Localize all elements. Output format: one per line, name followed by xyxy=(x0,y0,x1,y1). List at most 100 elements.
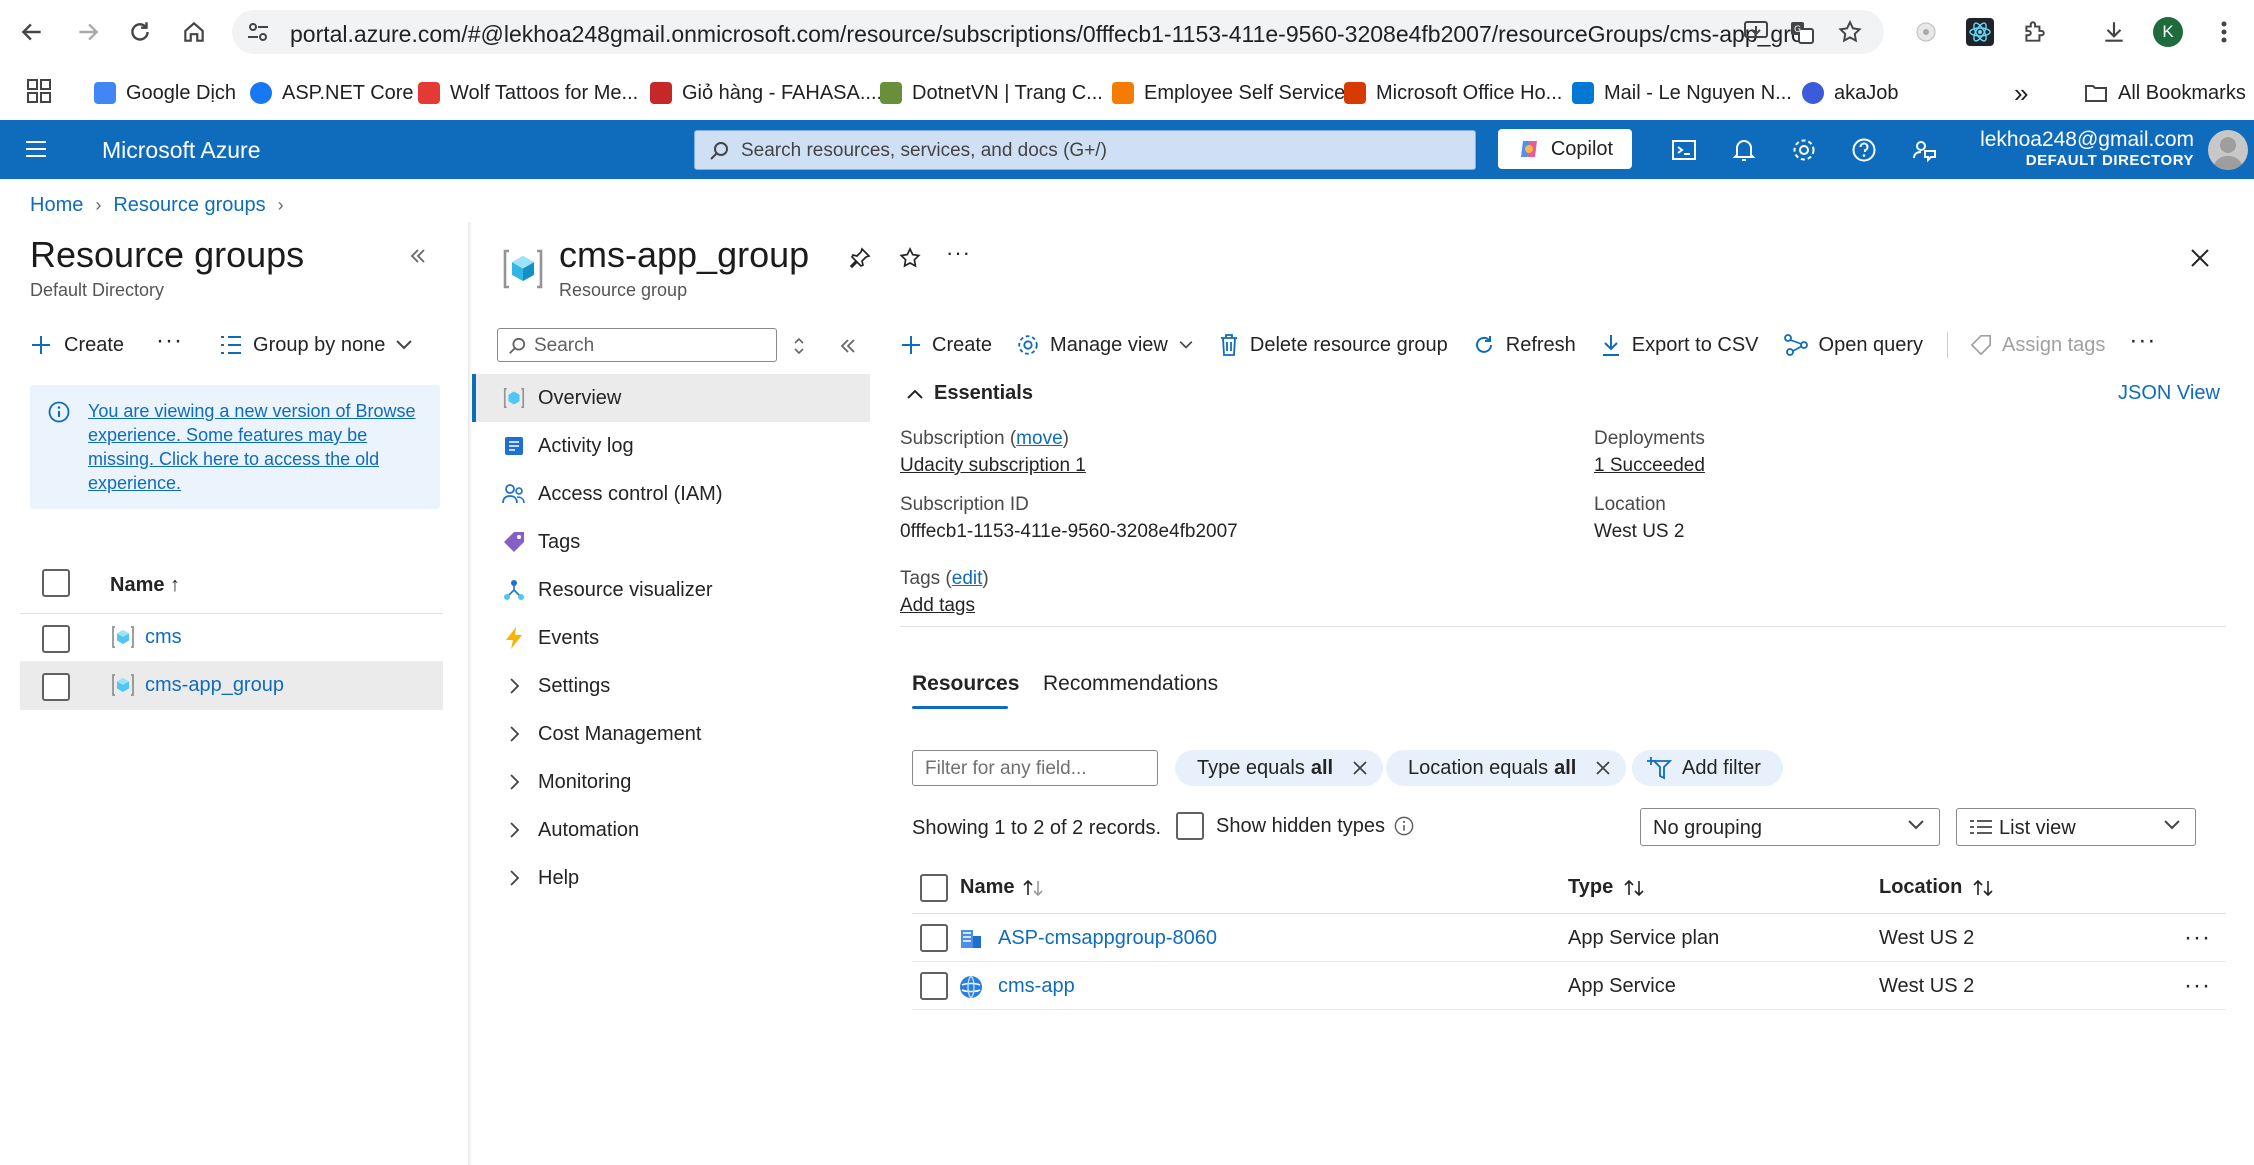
menu-item-automation[interactable]: Automation xyxy=(472,806,870,854)
all-bookmarks[interactable]: All Bookmarks xyxy=(2084,78,2246,108)
row-checkbox[interactable] xyxy=(920,972,948,1000)
row-checkbox[interactable] xyxy=(920,924,948,952)
resource-group-name[interactable]: cms xyxy=(145,626,182,649)
type-column-header[interactable]: Type xyxy=(1568,876,1647,899)
close-icon[interactable] xyxy=(2188,246,2212,270)
row-checkbox[interactable] xyxy=(42,625,70,653)
extension-icon[interactable] xyxy=(1908,14,1944,50)
create-resource-button[interactable]: Create xyxy=(900,334,992,357)
more-options-icon[interactable]: ··· xyxy=(156,327,183,355)
name-column-header[interactable]: Name xyxy=(960,876,1044,899)
menu-item-activity-log[interactable]: Activity log xyxy=(472,422,870,470)
deployments-link[interactable]: 1 Succeeded xyxy=(1594,455,1705,477)
menu-item-events[interactable]: Events xyxy=(472,614,870,662)
list-item[interactable]: cms xyxy=(20,614,443,662)
add-filter-button[interactable]: Add filter xyxy=(1632,750,1783,786)
bookmark-item[interactable]: Google Dịch xyxy=(94,78,236,108)
bookmark-item[interactable]: Microsoft Office Ho... xyxy=(1344,78,1562,108)
cloud-shell-icon[interactable] xyxy=(1668,134,1700,166)
extensions-puzzle-icon[interactable] xyxy=(2016,14,2052,50)
pin-icon[interactable] xyxy=(848,246,872,270)
menu-search-input[interactable]: Search xyxy=(497,328,777,362)
bookmark-item[interactable]: Giỏ hàng - FAHASA.... xyxy=(650,78,882,108)
refresh-button[interactable]: Refresh xyxy=(1472,333,1576,357)
menu-item-iam[interactable]: Access control (IAM) xyxy=(472,470,870,518)
downloads-icon[interactable] xyxy=(2096,14,2132,50)
info-icon[interactable] xyxy=(1394,816,1414,836)
site-info-icon[interactable] xyxy=(246,21,270,43)
sort-updown-icon[interactable] xyxy=(792,336,806,356)
resource-group-name[interactable]: cms-app_group xyxy=(145,674,284,697)
table-row[interactable]: cms-app App Service West US 2 ··· xyxy=(912,962,2226,1010)
essentials-toggle[interactable]: Essentials xyxy=(906,382,1033,405)
add-tags-link[interactable]: Add tags xyxy=(900,595,975,617)
more-bookmarks-button[interactable]: » xyxy=(2014,78,2028,108)
address-bar[interactable]: portal.azure.com/#@lekhoa248gmail.onmicr… xyxy=(232,10,1884,54)
breadcrumb-home[interactable]: Home xyxy=(30,194,83,217)
move-link[interactable]: move xyxy=(1016,428,1062,449)
copilot-button[interactable]: Copilot xyxy=(1498,129,1632,169)
open-query-button[interactable]: Open query xyxy=(1783,333,1923,357)
info-banner-link[interactable]: You are viewing a new version of Browse … xyxy=(88,399,428,495)
bookmark-item[interactable]: Wolf Tattoos for Me... xyxy=(418,78,638,108)
edit-tags-link[interactable]: edit xyxy=(952,568,983,589)
install-app-icon[interactable] xyxy=(1738,14,1774,50)
close-icon[interactable] xyxy=(1594,759,1612,777)
help-icon[interactable] xyxy=(1848,134,1880,166)
export-csv-button[interactable]: Export to CSV xyxy=(1600,333,1759,357)
menu-item-cost-management[interactable]: Cost Management xyxy=(472,710,870,758)
breadcrumb-resource-groups[interactable]: Resource groups xyxy=(113,194,265,217)
view-dropdown[interactable]: List view xyxy=(1956,808,2196,846)
reload-icon[interactable] xyxy=(122,14,158,50)
bookmark-item[interactable]: Mail - Le Nguyen N... xyxy=(1572,78,1792,108)
resource-name-link[interactable]: ASP-cmsappgroup-8060 xyxy=(998,927,1217,950)
create-button[interactable]: Create xyxy=(30,334,124,357)
portal-menu-icon[interactable] xyxy=(24,138,48,160)
subscription-link[interactable]: Udacity subscription 1 xyxy=(900,455,1086,477)
close-icon[interactable] xyxy=(1351,759,1369,777)
row-checkbox[interactable] xyxy=(42,673,70,701)
back-icon[interactable] xyxy=(14,14,50,50)
notifications-bell-icon[interactable] xyxy=(1728,134,1760,166)
browser-menu-icon[interactable] xyxy=(2206,14,2242,50)
json-view-link[interactable]: JSON View xyxy=(2118,382,2220,405)
brand-name[interactable]: Microsoft Azure xyxy=(102,137,261,164)
location-column-header[interactable]: Location xyxy=(1879,876,1996,899)
bookmark-item[interactable]: ASP.NET Core xyxy=(250,78,414,108)
translate-icon[interactable]: G xyxy=(1784,14,1820,50)
bookmark-item[interactable]: Employee Self Service xyxy=(1112,78,1345,108)
type-filter-pill[interactable]: Type equals all xyxy=(1175,750,1384,786)
menu-item-help[interactable]: Help xyxy=(472,854,870,902)
bookmark-item[interactable]: akaJob xyxy=(1802,78,1899,108)
home-icon[interactable] xyxy=(176,14,212,50)
menu-item-tags[interactable]: Tags xyxy=(472,518,870,566)
tab-resources[interactable]: Resources xyxy=(912,672,1019,696)
react-devtools-icon[interactable] xyxy=(1962,14,1998,50)
row-more-options-icon[interactable]: ··· xyxy=(2184,924,2211,952)
bookmark-item[interactable]: DotnetVN | Trang C... xyxy=(880,78,1103,108)
profile-avatar[interactable]: K xyxy=(2150,14,2186,50)
group-by-dropdown[interactable]: Group by none xyxy=(219,334,413,357)
select-all-checkbox[interactable] xyxy=(42,569,70,597)
forward-icon[interactable] xyxy=(70,14,106,50)
more-commands-icon[interactable]: ··· xyxy=(2129,327,2156,355)
row-more-options-icon[interactable]: ··· xyxy=(2184,972,2211,1000)
user-avatar[interactable] xyxy=(2208,130,2248,170)
menu-item-resource-visualizer[interactable]: Resource visualizer xyxy=(472,566,870,614)
select-all-checkbox[interactable] xyxy=(920,874,948,902)
filter-input[interactable]: Filter for any field... xyxy=(912,750,1158,786)
feedback-icon[interactable] xyxy=(1908,134,1940,166)
favorite-star-icon[interactable] xyxy=(898,246,922,270)
show-hidden-types-checkbox[interactable] xyxy=(1176,812,1204,840)
resource-name-link[interactable]: cms-app xyxy=(998,975,1075,998)
delete-resource-group-button[interactable]: Delete resource group xyxy=(1218,333,1448,357)
collapse-menu-icon[interactable] xyxy=(838,336,858,356)
name-column-header[interactable]: Name ↑ xyxy=(110,574,180,597)
table-row[interactable]: ASP-cmsappgroup-8060 App Service plan We… xyxy=(912,914,2226,962)
settings-gear-icon[interactable] xyxy=(1788,134,1820,166)
bookmark-star-icon[interactable] xyxy=(1832,14,1868,50)
menu-item-settings[interactable]: Settings xyxy=(472,662,870,710)
location-filter-pill[interactable]: Location equals all xyxy=(1386,750,1627,786)
collapse-panel-icon[interactable] xyxy=(408,246,428,266)
manage-view-button[interactable]: Manage view xyxy=(1016,333,1194,357)
